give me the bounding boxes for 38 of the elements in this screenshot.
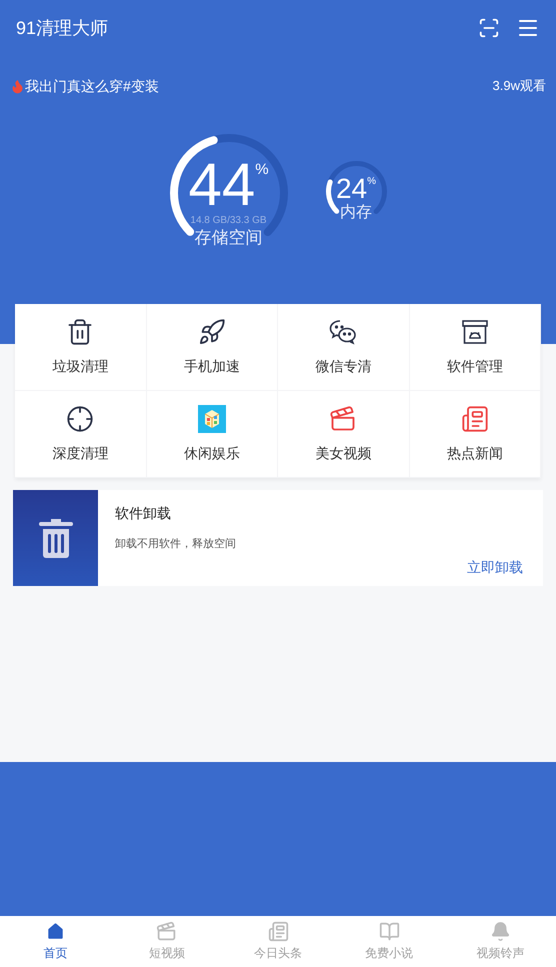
crosshair-icon [66,404,94,432]
app-title: 91清理大师 [16,16,110,40]
feature-item[interactable]: 休闲娱乐 [146,391,278,478]
game-cube-icon [198,404,226,432]
trash-icon [38,517,72,559]
book-icon [378,921,400,942]
clapperboard-icon [156,921,178,942]
gauge-label: 内存 [340,204,372,222]
gauge-value: 24 [336,174,368,204]
feature-item[interactable]: 深度清理 [15,391,146,478]
rocket-icon [198,318,226,346]
feature-item[interactable]: 软件管理 [410,304,541,391]
percent-sign: % [367,175,376,189]
bell-icon [490,921,511,942]
scan-button[interactable] [478,17,500,39]
gauge-label: 存储空间 [194,227,262,249]
trending-headline[interactable]: 我出门真这么穿#变装 [25,76,493,96]
flame-icon [10,78,25,94]
trash-icon [66,318,94,346]
storage-detail: 14.8 GB/33.3 GB [190,215,267,227]
chat-bubbles-icon [328,318,358,346]
promo-description: 卸载不用软件，释放空间 [115,536,237,552]
clapperboard-icon [329,404,358,432]
nav-tab[interactable]: 首页 [0,916,112,967]
feature-item[interactable]: 美女视频 [278,391,410,478]
feature-item[interactable]: 手机加速 [146,304,278,391]
feature-item[interactable]: 微信专清 [278,304,410,391]
percent-sign: % [255,160,269,180]
scan-icon [478,17,500,39]
newspaper-icon [268,921,288,942]
android-box-icon [460,318,489,346]
uninstall-link[interactable]: 立即卸载 [467,556,523,578]
promo-title: 软件卸载 [115,504,172,523]
gauge-value: 44 [188,155,256,215]
view-count: 3.9w观看 [492,77,546,96]
feature-item[interactable]: 垃圾清理 [15,304,146,391]
newspaper-icon [460,404,489,432]
feature-item[interactable]: 热点新闻 [410,391,541,478]
